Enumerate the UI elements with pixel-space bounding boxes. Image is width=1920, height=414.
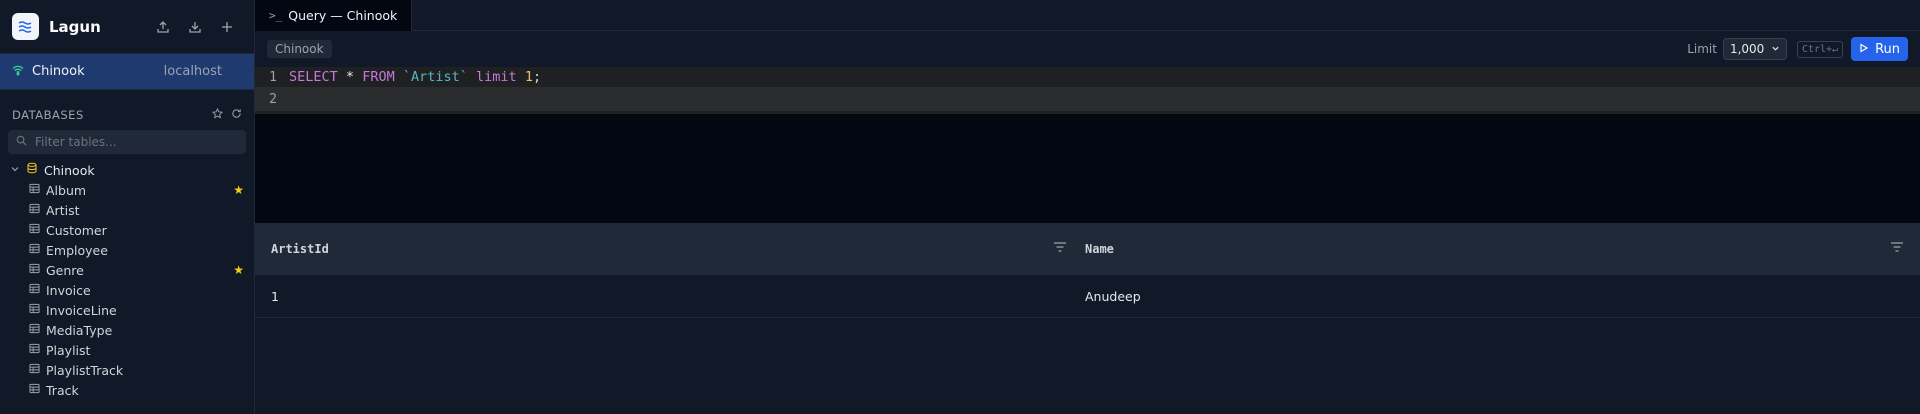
limit-value: 1,000: [1729, 42, 1765, 56]
database-tree: Chinook Album ★ Artist Customer Employee Genr…: [0, 160, 254, 400]
column-header-name[interactable]: Name: [1085, 241, 1920, 257]
table-icon: [29, 263, 40, 278]
main-panel: >_ Query — Chinook Chinook Limit 1,000 C…: [255, 0, 1920, 414]
sidebar-item-table[interactable]: Genre ★: [0, 260, 254, 280]
column-title: ArtistId: [271, 242, 329, 256]
cell-name[interactable]: Anudeep: [1085, 289, 1141, 304]
table-icon: [29, 203, 40, 218]
sql-star: *: [345, 69, 355, 85]
sidebar-item-table[interactable]: Invoice: [0, 280, 254, 300]
filter-icon[interactable]: [1053, 241, 1067, 257]
limit-select[interactable]: 1,000: [1722, 38, 1787, 60]
sql-table: `Artist`: [402, 69, 468, 85]
table-icon: [29, 183, 40, 198]
filter-tables-field[interactable]: [8, 130, 246, 154]
tab-query[interactable]: >_ Query — Chinook: [255, 0, 413, 31]
table-label: Artist: [46, 202, 80, 218]
table-icon: [29, 383, 40, 398]
download-icon[interactable]: [186, 18, 204, 36]
sql-keyword: limit: [476, 69, 517, 85]
terminal-icon: >_: [269, 9, 283, 22]
run-button[interactable]: Run: [1851, 37, 1908, 61]
table-icon: [29, 343, 40, 358]
play-icon: [1859, 42, 1869, 57]
connection-host: localhost: [163, 64, 222, 79]
sql-number: 1: [524, 69, 533, 85]
databases-header: DATABASES: [0, 104, 254, 126]
sidebar-item-table[interactable]: InvoiceLine: [0, 300, 254, 320]
connection-name: Chinook: [32, 64, 85, 79]
search-icon: [16, 135, 27, 150]
connection-item[interactable]: Chinook localhost: [0, 54, 254, 90]
app-logo: [12, 13, 39, 40]
filter-tables-input[interactable]: [33, 134, 237, 150]
sidebar-item-table[interactable]: Customer: [0, 220, 254, 240]
table-icon: [29, 223, 40, 238]
tab-label: Query — Chinook: [288, 8, 398, 23]
sidebar-item-table[interactable]: PlaylistTrack: [0, 360, 254, 380]
editor-empty-space[interactable]: [255, 114, 1920, 223]
table-icon: [29, 363, 40, 378]
table-label: Album: [46, 182, 87, 198]
grid-header: ArtistId Name: [255, 224, 1920, 275]
run-shortcut-hint: Ctrl+↵: [1796, 40, 1844, 58]
editor-line: 1 SELECT * FROM `Artist` limit 1;: [255, 67, 1920, 87]
sidebar-item-table[interactable]: Playlist: [0, 340, 254, 360]
table-label: Playlist: [46, 342, 91, 358]
sidebar-item-table[interactable]: Album ★: [0, 180, 254, 200]
filter-icon[interactable]: [1890, 241, 1904, 257]
app-name: Lagun: [49, 17, 101, 36]
sql-terminator: ;: [532, 69, 542, 85]
add-icon[interactable]: [218, 18, 236, 36]
run-label: Run: [1875, 41, 1900, 57]
table-icon: [29, 283, 40, 298]
sidebar-item-table[interactable]: Artist: [0, 200, 254, 220]
databases-title: DATABASES: [12, 108, 84, 122]
editor-line-active: 2: [255, 87, 1920, 111]
tree-database-chinook[interactable]: Chinook: [0, 160, 254, 180]
database-label: Chinook: [44, 162, 95, 178]
table-row[interactable]: 1 Anudeep: [255, 275, 1920, 318]
table-icon: [29, 303, 40, 318]
table-icon: [29, 323, 40, 338]
sidebar-item-table[interactable]: Track: [0, 380, 254, 400]
sidebar-item-table[interactable]: MediaType: [0, 320, 254, 340]
star-icon[interactable]: ★: [233, 263, 244, 277]
editor-code: SELECT * FROM `Artist` limit 1;: [289, 69, 541, 85]
sidebar: Lagun Chinook localhost DATABASES Filter…: [0, 0, 255, 414]
line-number: 2: [269, 91, 277, 107]
refresh-icon[interactable]: [231, 108, 242, 123]
table-label: InvoiceLine: [46, 302, 117, 318]
limit-label: Limit: [1687, 42, 1717, 56]
database-icon: [26, 162, 38, 178]
table-label: Genre: [46, 262, 84, 278]
sidebar-item-table[interactable]: Employee: [0, 240, 254, 260]
query-toolbar: Chinook Limit 1,000 Ctrl+↵ Run: [255, 31, 1920, 67]
chevron-down-icon: [1771, 42, 1780, 56]
tab-bar: >_ Query — Chinook: [255, 0, 1920, 31]
table-label: PlaylistTrack: [46, 362, 124, 378]
table-label: Track: [46, 382, 79, 398]
table-icon: [29, 243, 40, 258]
line-number: 1: [269, 69, 277, 85]
sql-editor[interactable]: 1 SELECT * FROM `Artist` limit 1; 2: [255, 67, 1920, 114]
table-label: Invoice: [46, 282, 91, 298]
chevron-down-icon[interactable]: [10, 163, 20, 178]
database-chip: Chinook: [267, 40, 332, 58]
brand-bar: Lagun: [0, 0, 254, 54]
cell-artistid[interactable]: 1: [271, 289, 279, 304]
sql-keyword: SELECT: [289, 69, 338, 85]
table-label: Employee: [46, 242, 108, 258]
upload-icon[interactable]: [154, 18, 172, 36]
results-grid: ArtistId Name 1 Anudeep: [255, 223, 1920, 414]
star-outline-icon[interactable]: [211, 107, 224, 123]
star-icon[interactable]: ★: [233, 183, 244, 197]
table-label: MediaType: [46, 322, 113, 338]
column-header-artistid[interactable]: ArtistId: [255, 241, 1085, 257]
sql-keyword: FROM: [362, 69, 395, 85]
table-label: Customer: [46, 222, 107, 238]
column-title: Name: [1085, 242, 1114, 256]
wifi-icon: [12, 64, 24, 80]
